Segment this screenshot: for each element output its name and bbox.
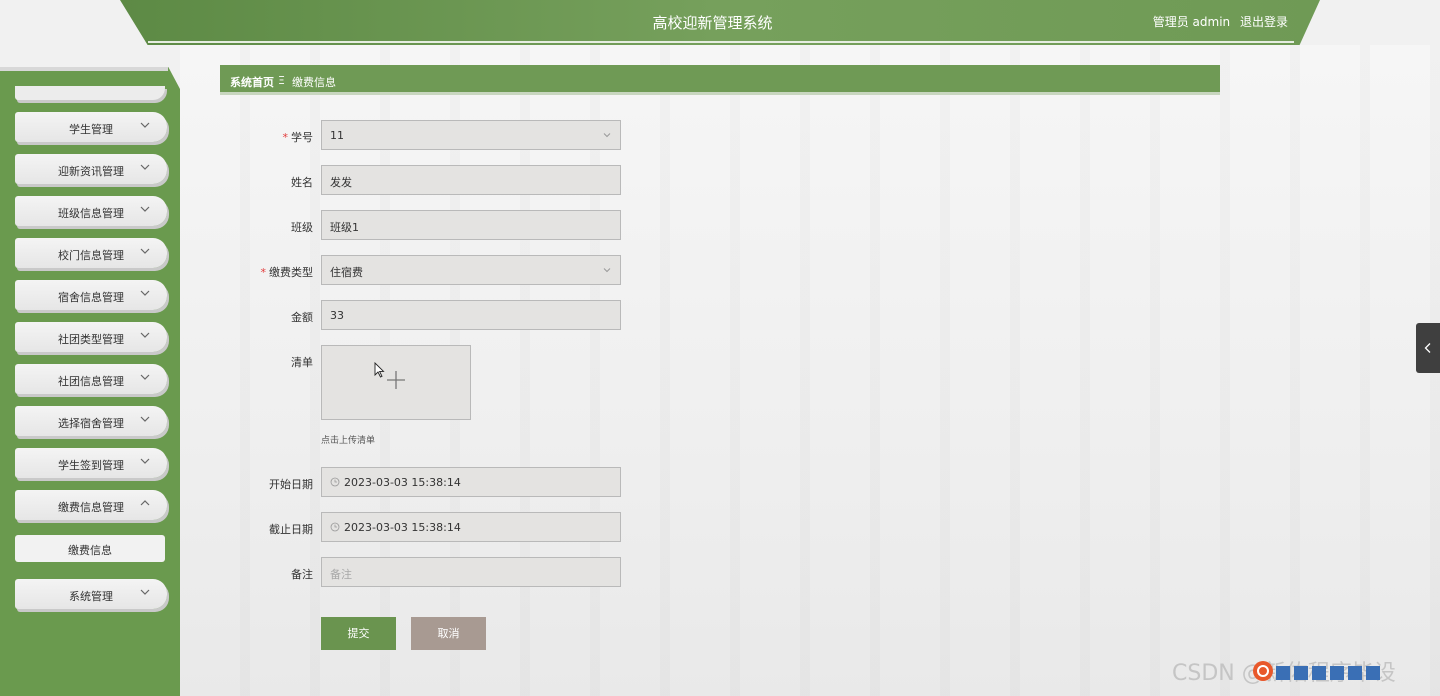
list-label: 清单 <box>291 356 313 369</box>
required-mark: * <box>260 266 267 279</box>
input-method-toolbar-icon <box>1276 666 1380 680</box>
list-upload-area[interactable] <box>321 345 471 420</box>
sidebar-item-club-info[interactable]: 社团信息管理 <box>15 364 167 394</box>
collapse-panel-button[interactable] <box>1416 323 1440 373</box>
header-underline <box>148 41 1294 43</box>
submit-button[interactable]: 提交 <box>321 617 396 650</box>
name-value: 发发 <box>330 176 352 189</box>
clock-icon <box>330 477 340 487</box>
sidebar-item-dorm[interactable]: 宿舍信息管理 <box>15 280 167 310</box>
chevron-down-icon <box>139 203 151 215</box>
start-date-value: 2023-03-03 15:38:14 <box>344 476 461 489</box>
breadcrumb-home-link[interactable]: 系统首页 <box>230 74 274 90</box>
chevron-down-icon <box>602 130 612 140</box>
remark-placeholder: 备注 <box>330 568 352 581</box>
fee-type-label: * 缴费类型 <box>260 266 314 279</box>
amount-value: 33 <box>330 309 344 322</box>
logout-link[interactable]: 退出登录 <box>1240 15 1288 29</box>
sidebar-top-edge <box>0 67 168 71</box>
chevron-down-icon <box>139 119 151 131</box>
chevron-down-icon <box>602 265 612 275</box>
name-input[interactable]: 发发 <box>321 165 621 195</box>
amount-label: 金额 <box>291 311 313 324</box>
end-date-value: 2023-03-03 15:38:14 <box>344 521 461 534</box>
breadcrumb-current: 缴费信息 <box>292 76 336 89</box>
sidebar-item-student[interactable]: 学生管理 <box>15 112 167 142</box>
end-date-picker[interactable]: 2023-03-03 15:38:14 <box>321 512 621 542</box>
chevron-up-icon <box>139 497 151 509</box>
fee-type-value: 住宿费 <box>330 266 363 279</box>
clock-icon <box>330 522 340 532</box>
breadcrumb: 系统首页 Ξ 缴费信息 <box>220 65 1220 95</box>
class-label: 班级 <box>291 221 313 234</box>
student-no-value: 11 <box>330 129 344 142</box>
sidebar-item-system[interactable]: 系统管理 <box>15 579 167 609</box>
sidebar-item-gate[interactable]: 校门信息管理 <box>15 238 167 268</box>
fee-type-select[interactable]: 住宿费 <box>321 255 621 285</box>
name-label: 姓名 <box>291 176 313 189</box>
sidebar-subitem-payment-info[interactable]: 缴费信息 <box>15 535 165 562</box>
remark-input[interactable]: 备注 <box>321 557 621 587</box>
sidebar-item-club-type[interactable]: 社团类型管理 <box>15 322 167 352</box>
start-date-label: 开始日期 <box>269 478 313 491</box>
end-date-label: 截止日期 <box>269 523 313 536</box>
chevron-left-icon <box>1424 343 1431 353</box>
chevron-down-icon <box>139 329 151 341</box>
chevron-down-icon <box>139 586 151 598</box>
student-no-label: * 学号 <box>282 131 314 144</box>
sidebar-item-news[interactable]: 迎新资讯管理 <box>15 154 167 184</box>
sidebar-item-payment[interactable]: 缴费信息管理 <box>15 490 167 520</box>
student-no-select[interactable]: 11 <box>321 120 621 150</box>
start-date-picker[interactable]: 2023-03-03 15:38:14 <box>321 467 621 497</box>
sidebar-item-partial[interactable] <box>15 86 165 100</box>
cancel-button[interactable]: 取消 <box>411 617 486 650</box>
chevron-down-icon <box>139 245 151 257</box>
csdn-logo-icon <box>1253 661 1273 681</box>
user-role: 管理员 admin <box>1152 15 1231 29</box>
remark-label: 备注 <box>291 568 313 581</box>
sidebar-item-checkin[interactable]: 学生签到管理 <box>15 448 167 478</box>
sidebar-item-class[interactable]: 班级信息管理 <box>15 196 167 226</box>
class-input[interactable]: 班级1 <box>321 210 621 240</box>
upload-hint: 点击上传清单 <box>321 436 376 446</box>
sidebar-subitem-label: 缴费信息 <box>68 544 112 557</box>
amount-input[interactable]: 33 <box>321 300 621 330</box>
sidebar-item-dorm-select[interactable]: 选择宿舍管理 <box>15 406 167 436</box>
user-area: 管理员 admin 退出登录 <box>1147 13 1288 30</box>
chevron-down-icon <box>139 371 151 383</box>
chevron-down-icon <box>139 287 151 299</box>
chevron-down-icon <box>139 161 151 173</box>
plus-icon <box>386 370 406 390</box>
chevron-down-icon <box>139 455 151 467</box>
mouse-cursor-icon <box>374 361 385 378</box>
class-value: 班级1 <box>330 221 359 234</box>
required-mark: * <box>282 131 289 144</box>
breadcrumb-separator: Ξ <box>278 74 285 87</box>
chevron-down-icon <box>139 413 151 425</box>
